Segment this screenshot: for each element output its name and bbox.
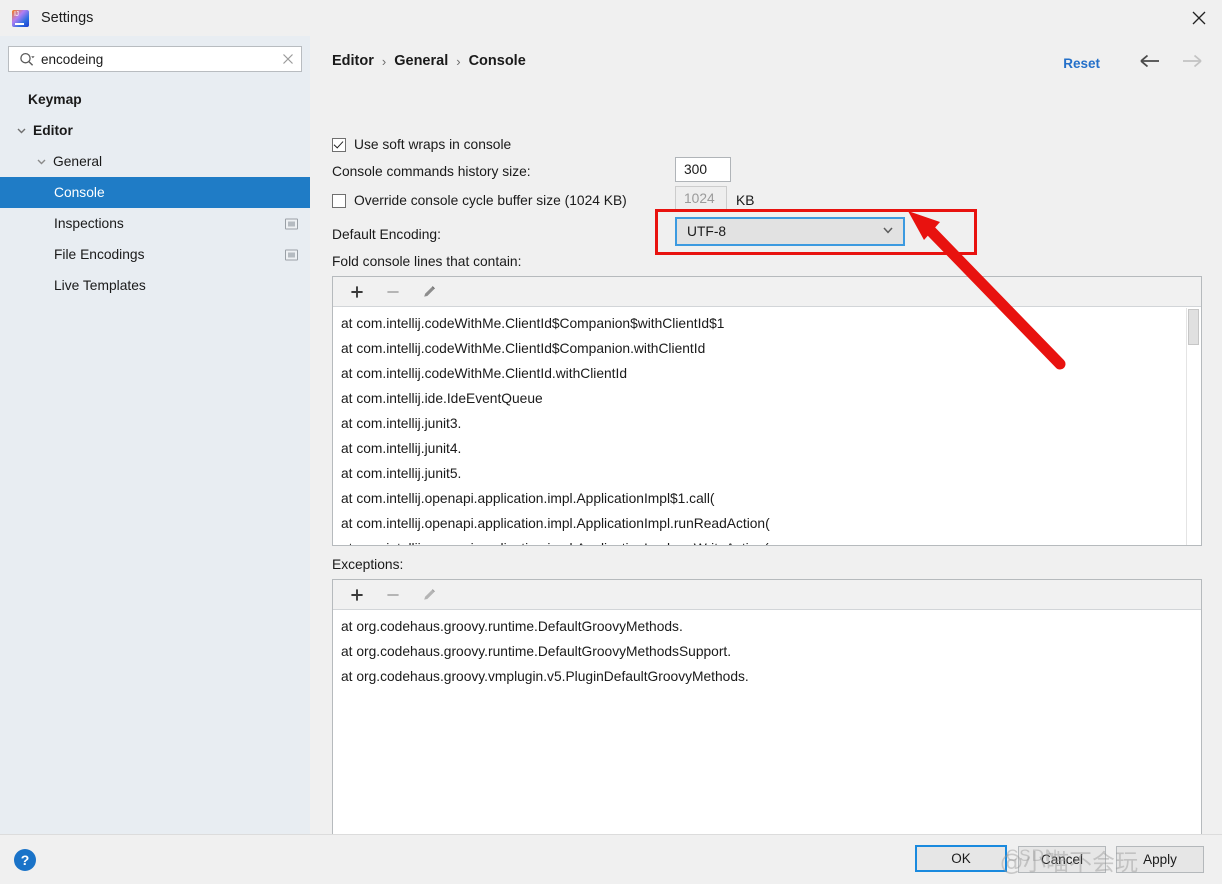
close-icon[interactable] bbox=[1176, 0, 1222, 36]
sidebar-item-keymap[interactable]: Keymap bbox=[0, 84, 310, 115]
list-item[interactable]: at com.intellij.openapi.application.impl… bbox=[341, 486, 1201, 511]
settings-content-panel: Editor › General › Console Reset Use sof… bbox=[310, 36, 1222, 866]
project-scope-badge-icon bbox=[285, 218, 298, 229]
buffer-units-label: KB bbox=[736, 193, 755, 208]
arrow-right-icon bbox=[1180, 53, 1204, 72]
clear-icon[interactable] bbox=[275, 53, 301, 65]
sidebar-item-label: Console bbox=[54, 185, 105, 200]
list-item[interactable]: at com.intellij.junit3. bbox=[341, 411, 1201, 436]
list-item[interactable]: at com.intellij.codeWithMe.ClientId$Comp… bbox=[341, 311, 1201, 336]
dialog-footer: ? OK Cancel Apply bbox=[0, 834, 1222, 884]
window-titlebar: Settings bbox=[0, 0, 1222, 37]
chevron-down-icon[interactable] bbox=[34, 155, 48, 169]
navigation-arrows bbox=[1138, 53, 1204, 72]
exceptions-label: Exceptions: bbox=[332, 557, 404, 572]
fold-list-items: at com.intellij.codeWithMe.ClientId$Comp… bbox=[333, 307, 1201, 545]
list-item[interactable]: at com.intellij.ide.IdeEventQueue bbox=[341, 386, 1201, 411]
chevron-down-icon[interactable] bbox=[881, 223, 895, 240]
fold-lines-listbox[interactable]: at com.intellij.codeWithMe.ClientId$Comp… bbox=[332, 276, 1202, 546]
history-size-label: Console commands history size: bbox=[332, 164, 531, 179]
apply-button[interactable]: Apply bbox=[1116, 846, 1204, 873]
sidebar-item-label: General bbox=[53, 154, 103, 169]
override-buffer-checkbox[interactable] bbox=[332, 193, 346, 208]
fold-list-scrollbar[interactable] bbox=[1186, 308, 1200, 545]
sidebar-item-inspections[interactable]: Inspections bbox=[0, 208, 310, 239]
intellij-idea-logo-icon bbox=[12, 9, 29, 27]
search-icon[interactable] bbox=[9, 52, 41, 67]
chevron-down-icon[interactable] bbox=[14, 124, 28, 138]
default-encoding-value: UTF-8 bbox=[687, 224, 727, 239]
exceptions-list-toolbar bbox=[333, 580, 1201, 610]
chevron-placeholder-icon bbox=[14, 93, 28, 107]
project-scope-badge-icon bbox=[285, 249, 298, 260]
minus-icon bbox=[381, 584, 405, 606]
settings-sidebar: Keymap Editor General Console bbox=[0, 36, 310, 834]
settings-tree: Keymap Editor General Console Inspection… bbox=[0, 84, 310, 301]
sidebar-item-label: Keymap bbox=[28, 92, 82, 107]
sidebar-item-live-templates[interactable]: Live Templates bbox=[0, 270, 310, 301]
default-encoding-label: Default Encoding: bbox=[332, 227, 441, 242]
list-item[interactable]: at org.codehaus.groovy.runtime.DefaultGr… bbox=[341, 614, 1201, 639]
sidebar-item-console[interactable]: Console bbox=[0, 177, 310, 208]
plus-icon[interactable] bbox=[345, 281, 369, 303]
list-item[interactable]: at org.codehaus.groovy.vmplugin.v5.Plugi… bbox=[341, 664, 1201, 689]
minus-icon bbox=[381, 281, 405, 303]
history-size-input[interactable]: 300 bbox=[675, 157, 731, 182]
breadcrumb: Editor › General › Console bbox=[332, 53, 526, 69]
default-encoding-dropdown[interactable]: UTF-8 bbox=[675, 217, 905, 246]
fold-list-toolbar bbox=[333, 277, 1201, 307]
list-item[interactable]: at com.intellij.codeWithMe.ClientId.with… bbox=[341, 361, 1201, 386]
list-item[interactable]: at com.intellij.openapi.application.impl… bbox=[341, 511, 1201, 536]
sidebar-item-general[interactable]: General bbox=[0, 146, 310, 177]
sidebar-item-file-encodings[interactable]: File Encodings bbox=[0, 239, 310, 270]
list-item[interactable]: at com.intellij.junit5. bbox=[341, 461, 1201, 486]
sidebar-item-label: Live Templates bbox=[54, 278, 146, 293]
window-title: Settings bbox=[41, 10, 94, 26]
search-input[interactable] bbox=[41, 51, 275, 67]
fold-lines-label: Fold console lines that contain: bbox=[332, 254, 522, 269]
ok-button[interactable]: OK bbox=[915, 845, 1007, 872]
breadcrumb-separator: › bbox=[456, 53, 461, 69]
list-item[interactable]: at com.intellij.codeWithMe.ClientId$Comp… bbox=[341, 336, 1201, 361]
sidebar-item-editor[interactable]: Editor bbox=[0, 115, 310, 146]
exceptions-listbox[interactable]: at org.codehaus.groovy.runtime.DefaultGr… bbox=[332, 579, 1202, 866]
override-buffer-label: Override console cycle buffer size (1024… bbox=[354, 193, 627, 208]
sidebar-item-label: Inspections bbox=[54, 216, 124, 231]
buffer-size-input: 1024 bbox=[675, 186, 727, 210]
exceptions-list-items: at org.codehaus.groovy.runtime.DefaultGr… bbox=[333, 610, 1201, 689]
help-icon[interactable]: ? bbox=[14, 849, 36, 871]
sidebar-item-label: Editor bbox=[33, 123, 73, 138]
soft-wraps-label: Use soft wraps in console bbox=[354, 137, 512, 152]
list-item[interactable]: at org.codehaus.groovy.runtime.DefaultGr… bbox=[341, 639, 1201, 664]
arrow-left-icon[interactable] bbox=[1138, 53, 1162, 72]
cancel-button[interactable]: Cancel bbox=[1018, 846, 1106, 873]
breadcrumb-item-editor[interactable]: Editor bbox=[332, 53, 374, 69]
list-item[interactable]: at com.intellij.openapi.application.impl… bbox=[341, 536, 1201, 545]
pencil-icon[interactable] bbox=[417, 584, 441, 606]
breadcrumb-separator: › bbox=[381, 53, 387, 69]
scrollbar-thumb[interactable] bbox=[1188, 309, 1199, 345]
soft-wraps-checkbox[interactable] bbox=[332, 137, 346, 152]
pencil-icon[interactable] bbox=[417, 281, 441, 303]
search-field[interactable] bbox=[8, 46, 302, 72]
override-buffer-checkbox-row[interactable]: Override console cycle buffer size (1024… bbox=[332, 193, 627, 208]
plus-icon[interactable] bbox=[345, 584, 369, 606]
sidebar-item-label: File Encodings bbox=[54, 247, 145, 262]
list-item[interactable]: at com.intellij.junit4. bbox=[341, 436, 1201, 461]
reset-link[interactable]: Reset bbox=[1063, 56, 1100, 71]
breadcrumb-item-general[interactable]: General bbox=[394, 53, 448, 69]
breadcrumb-item-console: Console bbox=[468, 53, 526, 69]
soft-wraps-checkbox-row[interactable]: Use soft wraps in console bbox=[332, 137, 511, 152]
